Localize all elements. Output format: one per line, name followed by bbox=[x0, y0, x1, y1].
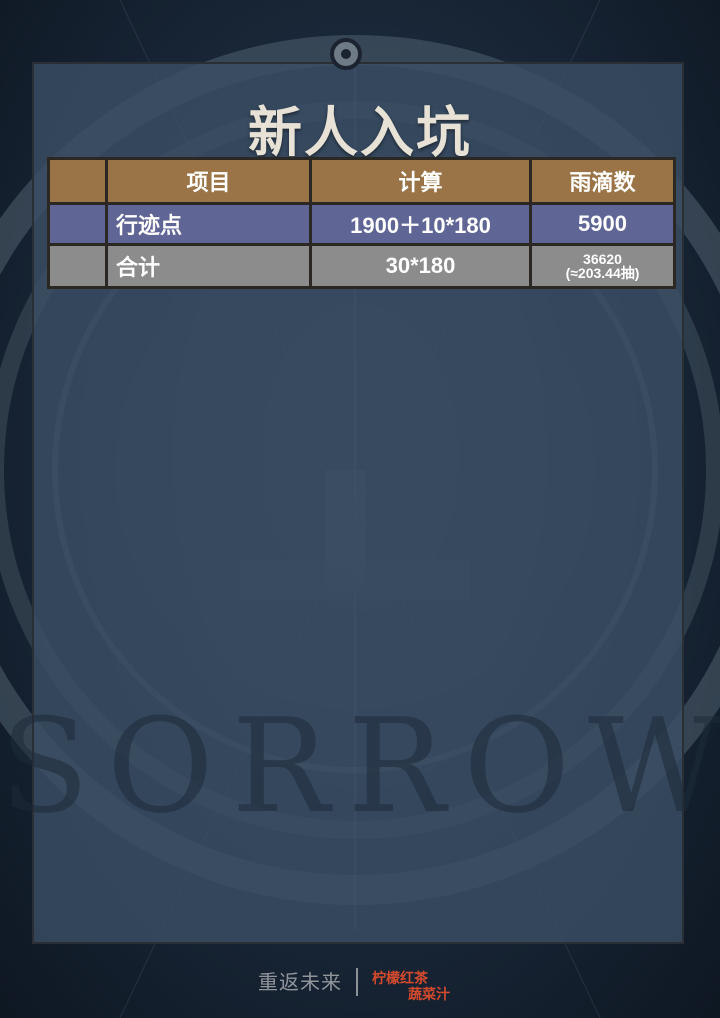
row-calc: 30*180 bbox=[309, 243, 532, 289]
footer-brand-logo: 重返未来 bbox=[258, 970, 342, 994]
footer-author-line2: 蔬菜汁 bbox=[408, 986, 450, 1002]
row-item: 合计 bbox=[105, 243, 312, 289]
table-header-row: 项目 计算 雨滴数 bbox=[47, 157, 676, 205]
row-calc: 1900＋10*180 bbox=[309, 202, 532, 246]
footer-divider bbox=[356, 968, 358, 996]
header-item: 项目 bbox=[105, 157, 312, 205]
row-raindrops: 36620 (≈203.44抽) bbox=[529, 243, 676, 289]
ring-hook-icon bbox=[330, 38, 362, 70]
row-item: 行迹点 bbox=[105, 202, 312, 246]
row-blank bbox=[47, 202, 108, 246]
header-blank bbox=[47, 157, 108, 205]
background-watermark-text: SORROW bbox=[0, 690, 720, 842]
header-calc: 计算 bbox=[309, 157, 532, 205]
header-raindrops: 雨滴数 bbox=[529, 157, 676, 205]
total-draws-estimate: (≈203.44抽) bbox=[565, 265, 640, 281]
calculation-table: 项目 计算 雨滴数 行迹点 1900＋10*180 5900 合计 30*180… bbox=[47, 157, 676, 289]
table-row: 行迹点 1900＋10*180 5900 bbox=[47, 202, 676, 246]
footer: 重返未来 柠檬红茶 蔬菜汁 bbox=[258, 962, 478, 1002]
total-raindrops: 36620 bbox=[583, 251, 622, 267]
row-raindrops: 5900 bbox=[529, 202, 676, 246]
page-title: 新人入坑 bbox=[248, 100, 472, 164]
row-blank bbox=[47, 243, 108, 289]
table-row: 合计 30*180 36620 (≈203.44抽) bbox=[47, 243, 676, 289]
